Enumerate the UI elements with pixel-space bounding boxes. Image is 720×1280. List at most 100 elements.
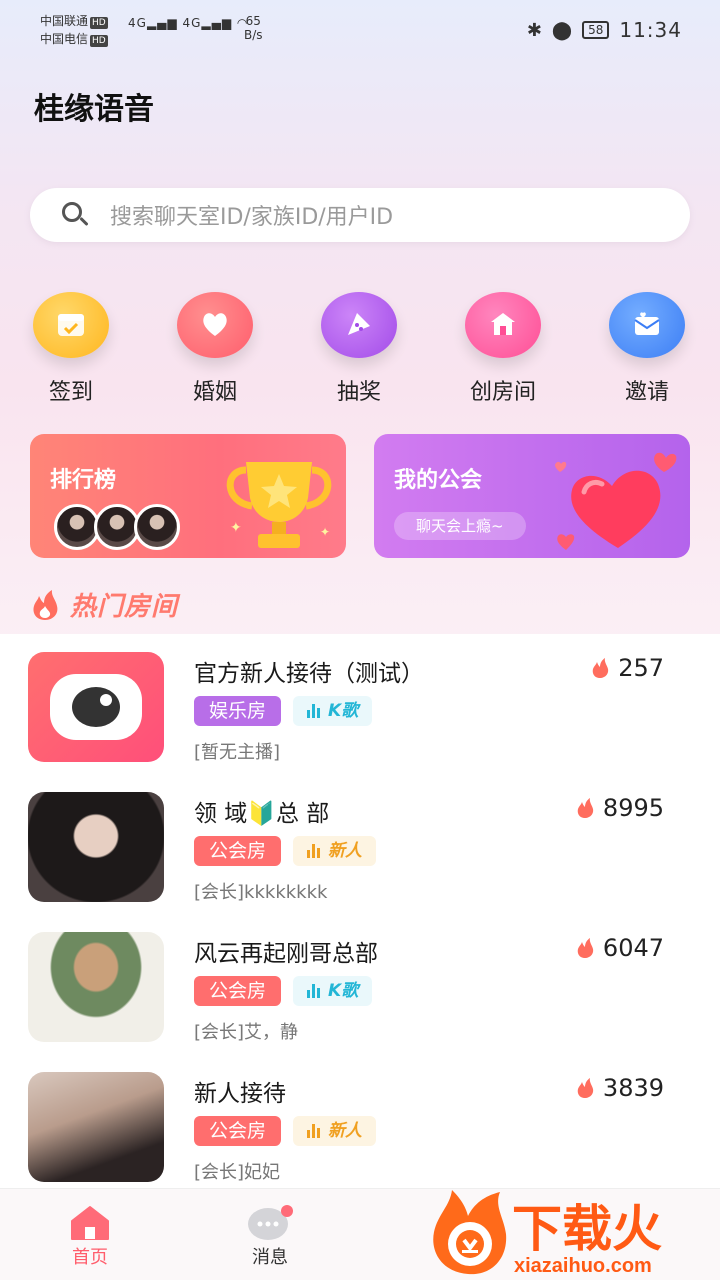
room-item[interactable]: 官方新人接待（测试） 257 娱乐房 K歌 [暂无主播] bbox=[0, 634, 720, 774]
room-host: [会长]艾，静 bbox=[194, 1022, 299, 1043]
guild-slogan: 聊天会上瘾~ bbox=[394, 512, 526, 540]
heat-value: 3839 bbox=[602, 1074, 664, 1102]
room-name: 风云再起刚哥总部 bbox=[194, 941, 378, 967]
status-right: ✱ ⬤ 58 11:34 bbox=[527, 18, 682, 42]
quick-nav-label: 抽奖 bbox=[336, 380, 381, 405]
invite-icon bbox=[609, 292, 685, 358]
room-sub-tag: 新人 bbox=[293, 1116, 377, 1146]
room-tags: 公会房 新人 bbox=[194, 1116, 377, 1146]
hot-rooms-header: 热门房间 bbox=[28, 586, 178, 623]
room-sub-tag: K歌 bbox=[293, 976, 373, 1006]
room-sub-label: K歌 bbox=[328, 981, 359, 1001]
equalizer-icon bbox=[307, 844, 321, 858]
network-type-1: 4G bbox=[128, 16, 147, 30]
room-heat: 6047 bbox=[575, 934, 664, 962]
quick-nav-lottery[interactable]: 抽奖 bbox=[304, 292, 414, 406]
watermark-brand: 下载火 bbox=[512, 1201, 662, 1257]
fire-icon bbox=[577, 1078, 594, 1098]
ranking-title: 排行榜 bbox=[50, 468, 117, 493]
room-tags: 公会房 新人 bbox=[194, 836, 377, 866]
room-host: [会长]妃妃 bbox=[194, 1162, 281, 1183]
hd-badge: HD bbox=[90, 17, 108, 29]
speed-unit: B/s bbox=[244, 28, 263, 42]
room-heat: 257 bbox=[590, 654, 664, 682]
room-type-tag: 公会房 bbox=[194, 836, 282, 866]
room-thumbnail bbox=[28, 932, 164, 1042]
home-icon bbox=[40, 1203, 140, 1243]
room-tags: 娱乐房 K歌 bbox=[194, 696, 373, 726]
quick-nav: 签到 婚姻 抽奖 创房间 邀请 bbox=[0, 292, 720, 412]
room-host: [暂无主播] bbox=[194, 742, 281, 763]
room-thumbnail bbox=[28, 792, 164, 902]
status-bar: 中国联通 HD 中国电信 HD 4G▂▄▆ 4G▂▄▆ ◠ 65 B/s ✱ ⬤ 5… bbox=[0, 0, 720, 60]
watermark-logo: 下载火 xiazaihuo.com bbox=[426, 1186, 720, 1280]
fire-icon bbox=[33, 589, 58, 620]
quick-nav-marriage[interactable]: 婚姻 bbox=[160, 292, 270, 406]
ranking-banner[interactable]: 排行榜 ✦ ✦ bbox=[30, 434, 346, 558]
fire-icon bbox=[592, 658, 609, 678]
equalizer-icon bbox=[307, 704, 321, 718]
room-thumbnail bbox=[28, 1072, 164, 1182]
room-item[interactable]: 领 域🔰总 部 8995 公会房 新人 [会长]kkkkkkkk bbox=[0, 774, 720, 914]
room-type-tag: 公会房 bbox=[194, 1116, 282, 1146]
quick-nav-label: 创房间 bbox=[469, 380, 536, 405]
heart-icon bbox=[177, 292, 253, 358]
equalizer-icon bbox=[307, 984, 321, 998]
search-placeholder: 搜索聊天室ID/家族ID/用户ID bbox=[110, 205, 394, 230]
quick-nav-checkin[interactable]: 签到 bbox=[16, 292, 126, 406]
room-sub-tag: 新人 bbox=[293, 836, 377, 866]
fire-icon bbox=[577, 798, 594, 818]
signal-icon: ▂▄▆ bbox=[201, 16, 233, 30]
create-room-icon bbox=[465, 292, 541, 358]
room-type-tag: 娱乐房 bbox=[194, 696, 282, 726]
speed-value: 65 bbox=[245, 14, 261, 28]
equalizer-icon bbox=[307, 1124, 321, 1138]
room-heat: 3839 bbox=[575, 1074, 664, 1102]
signal-icon: ▂▄▆ bbox=[146, 16, 178, 30]
fire-icon bbox=[577, 938, 594, 958]
carrier-info: 中国联通 HD 中国电信 HD bbox=[40, 12, 108, 48]
nav-label: 首页 bbox=[72, 1247, 108, 1268]
message-icon bbox=[220, 1203, 320, 1243]
checkin-icon bbox=[33, 292, 109, 358]
quick-nav-label: 邀请 bbox=[624, 380, 669, 405]
search-icon bbox=[62, 202, 89, 228]
nav-home[interactable]: 首页 bbox=[40, 1203, 140, 1269]
room-item[interactable]: 新人接待 3839 公会房 新人 [会长]妃妃 bbox=[0, 1054, 720, 1194]
guild-banner[interactable]: 我的公会 聊天会上瘾~ bbox=[374, 434, 690, 558]
ranking-avatars bbox=[54, 504, 180, 550]
hearts-icon bbox=[555, 452, 677, 550]
room-heat: 8995 bbox=[575, 794, 664, 822]
heat-value: 6047 bbox=[602, 934, 664, 962]
network-type-2: 4G bbox=[182, 16, 202, 30]
room-sub-tag: K歌 bbox=[293, 696, 373, 726]
guild-title: 我的公会 bbox=[394, 468, 483, 493]
bluetooth-icon: ✱ bbox=[526, 19, 542, 41]
room-type-tag: 公会房 bbox=[194, 976, 282, 1006]
hd-badge: HD bbox=[90, 35, 108, 47]
watermark-url: xiazaihuo.com bbox=[514, 1255, 652, 1277]
search-input[interactable]: 搜索聊天室ID/家族ID/用户ID bbox=[30, 188, 690, 242]
carrier-2: 中国电信 bbox=[40, 32, 89, 46]
lottery-icon bbox=[321, 292, 397, 358]
trophy-icon: ✦ ✦ bbox=[226, 462, 332, 548]
room-sub-label: 新人 bbox=[328, 1121, 363, 1141]
nav-messages[interactable]: 消息 bbox=[220, 1203, 320, 1269]
room-sub-label: K歌 bbox=[328, 701, 359, 721]
quick-nav-create-room[interactable]: 创房间 bbox=[448, 292, 558, 406]
location-icon: ⬤ bbox=[551, 19, 573, 41]
room-name: 领 域🔰总 部 bbox=[194, 801, 330, 827]
room-thumbnail bbox=[28, 652, 164, 762]
room-name: 新人接待 bbox=[194, 1081, 286, 1107]
quick-nav-invite[interactable]: 邀请 bbox=[592, 292, 702, 406]
signal-icons: 4G▂▄▆ 4G▂▄▆ ◠ bbox=[128, 16, 248, 30]
room-item[interactable]: 风云再起刚哥总部 6047 公会房 K歌 [会长]艾，静 bbox=[0, 914, 720, 1054]
room-host: [会长]kkkkkkkk bbox=[194, 882, 328, 903]
hot-rooms-title: 热门房间 bbox=[70, 592, 179, 622]
heat-value: 257 bbox=[618, 654, 664, 682]
nav-label: 消息 bbox=[252, 1247, 288, 1268]
battery-icon: 58 bbox=[582, 21, 610, 39]
room-sub-label: 新人 bbox=[328, 841, 363, 861]
heat-value: 8995 bbox=[602, 794, 664, 822]
room-list: 官方新人接待（测试） 257 娱乐房 K歌 [暂无主播] 领 域🔰总 部 899… bbox=[0, 634, 720, 1188]
